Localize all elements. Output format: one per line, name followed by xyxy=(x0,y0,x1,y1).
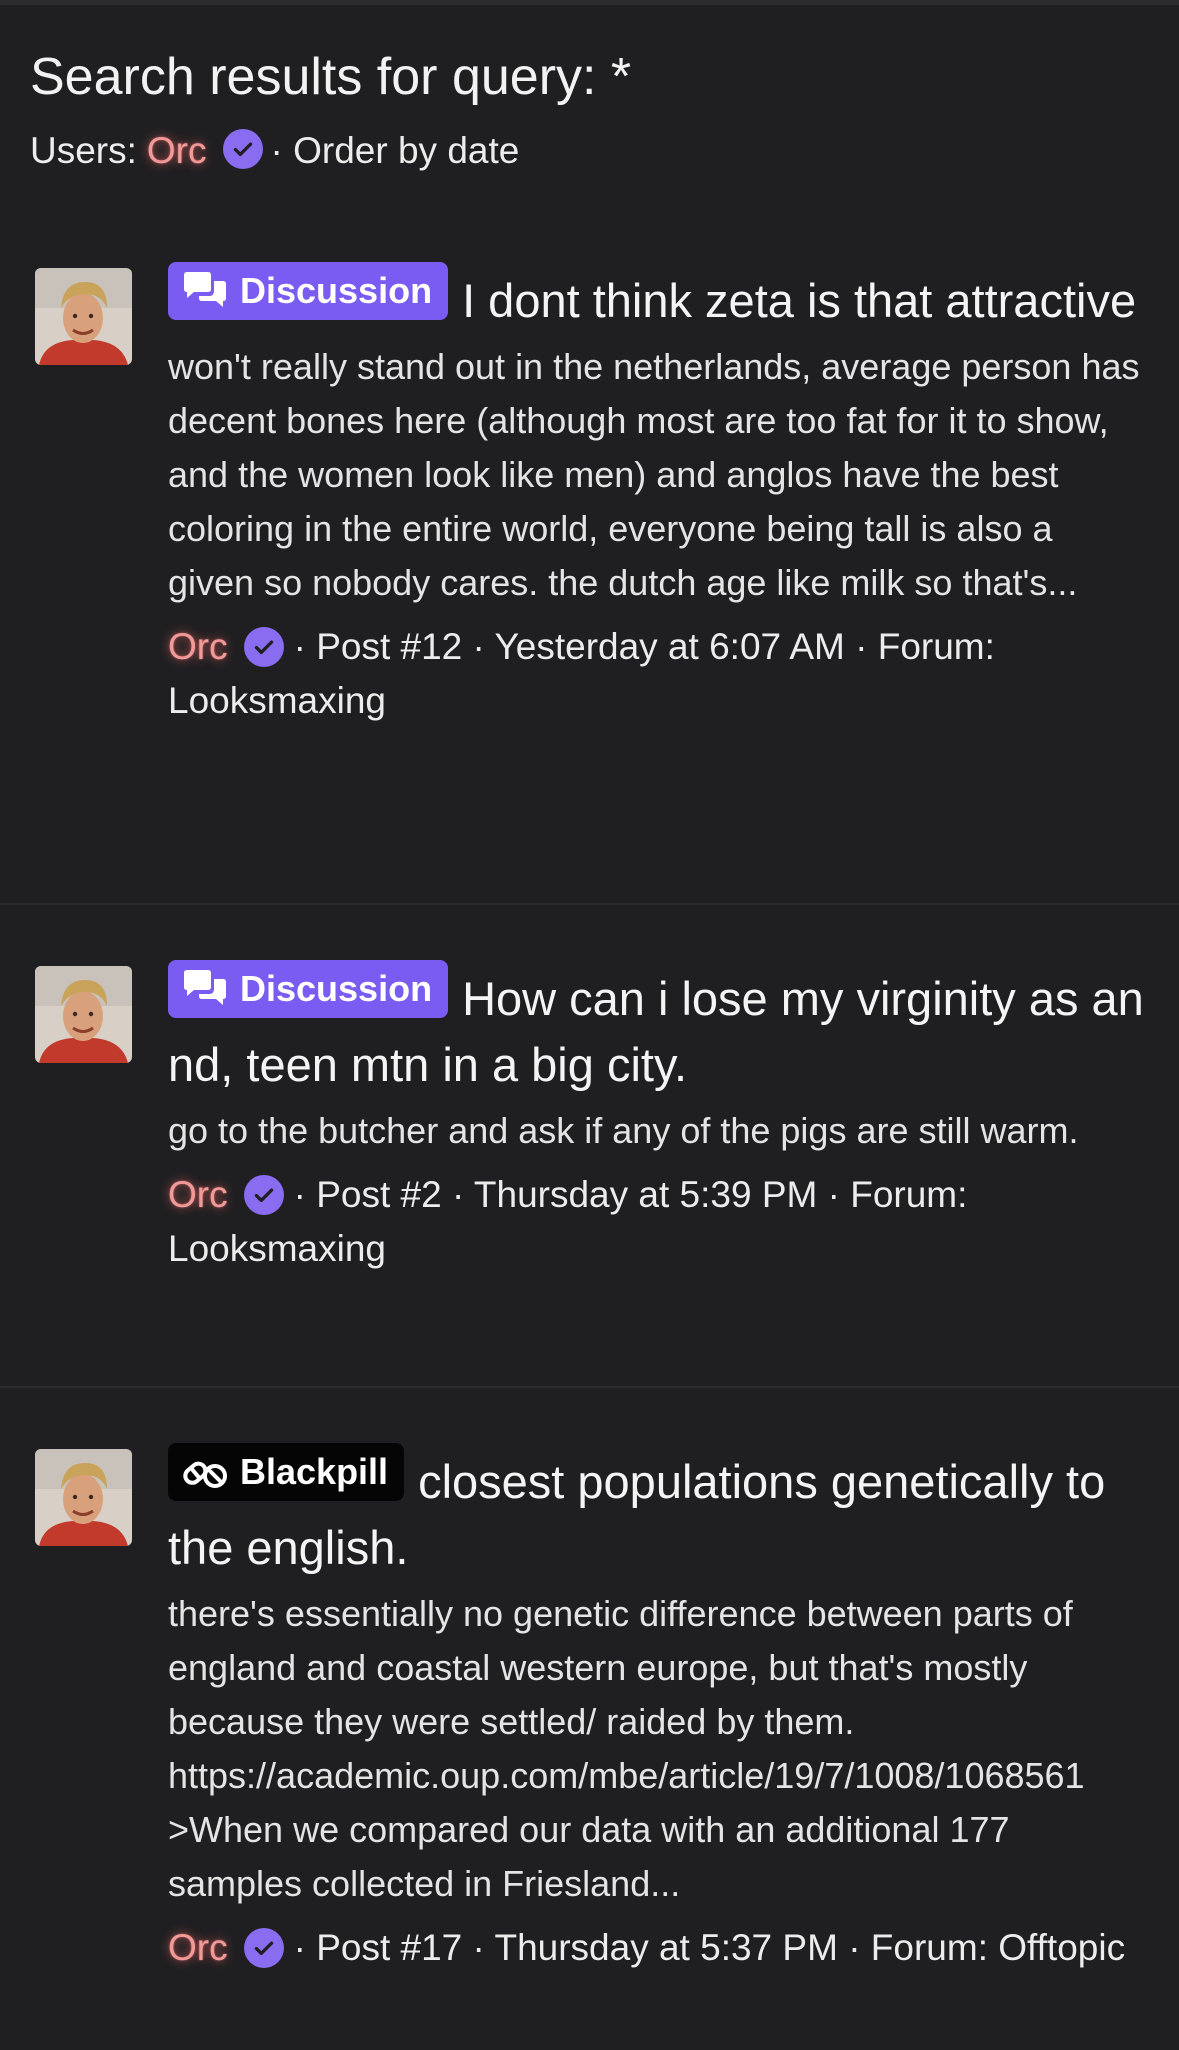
result-divider xyxy=(0,903,1179,905)
result-title-link[interactable]: Discussion How can i lose my virginity a… xyxy=(168,960,1148,1098)
avatar[interactable] xyxy=(35,966,132,1063)
result-content: Blackpill closest populations geneticall… xyxy=(168,1443,1148,1975)
pills-icon xyxy=(183,1461,227,1488)
verified-icon xyxy=(243,1175,284,1216)
result-meta: Orc · Post #12 · Yesterday at 6:07 AM · F… xyxy=(168,620,1148,728)
badge-label: Blackpill xyxy=(240,1451,389,1492)
badge-label: Discussion xyxy=(240,968,433,1009)
result-content: Discussion I dont think zeta is that att… xyxy=(168,262,1148,728)
top-border xyxy=(0,0,1179,5)
result-content: Discussion How can i lose my virginity a… xyxy=(168,960,1148,1276)
result-divider xyxy=(0,1386,1179,1388)
badge-label: Discussion xyxy=(240,270,433,311)
chat-bubbles-icon xyxy=(184,970,226,1005)
verified-icon xyxy=(222,129,263,169)
search-header: Search results for query: * Users: Orc ·… xyxy=(30,46,1150,176)
users-label: Users: xyxy=(30,130,137,171)
user-filter-link[interactable]: Orc xyxy=(147,126,207,176)
avatar[interactable] xyxy=(35,268,132,365)
author-link[interactable]: Orc xyxy=(168,1174,228,1215)
search-filters: Users: Orc · Order by date xyxy=(30,126,1150,176)
result-title-link[interactable]: Discussion I dont think zeta is that att… xyxy=(168,262,1148,334)
verified-icon xyxy=(243,1928,284,1969)
chat-bubbles-icon xyxy=(184,272,226,307)
verified-icon xyxy=(243,627,284,668)
result-snippet: there's essentially no genetic differenc… xyxy=(168,1593,1085,1904)
result-meta: Orc · Post #2 · Thursday at 5:39 PM · For… xyxy=(168,1168,1148,1276)
blackpill-badge: Blackpill xyxy=(168,1443,405,1501)
post-meta: · Post #12 · Yesterday at 6:07 AM · Foru… xyxy=(168,626,995,721)
result-meta: Orc · Post #17 · Thursday at 5:37 PM · Fo… xyxy=(168,1921,1148,1975)
author-link[interactable]: Orc xyxy=(168,1927,228,1968)
result-title: I dont think zeta is that attractive xyxy=(462,274,1137,327)
post-meta: · Post #2 · Thursday at 5:39 PM · Forum:… xyxy=(168,1174,968,1269)
avatar[interactable] xyxy=(35,1449,132,1546)
post-meta: · Post #17 · Thursday at 5:37 PM · Forum… xyxy=(293,1927,1126,1968)
result-snippet: won't really stand out in the netherland… xyxy=(168,346,1140,603)
order-by-link[interactable]: · Order by date xyxy=(271,126,520,176)
result-snippet: go to the butcher and ask if any of the … xyxy=(168,1110,1079,1151)
discussion-badge: Discussion xyxy=(168,262,449,320)
result-title-link[interactable]: Blackpill closest populations geneticall… xyxy=(168,1443,1148,1581)
discussion-badge: Discussion xyxy=(168,960,449,1018)
author-link[interactable]: Orc xyxy=(168,626,228,667)
page-title: Search results for query: * xyxy=(30,48,632,106)
